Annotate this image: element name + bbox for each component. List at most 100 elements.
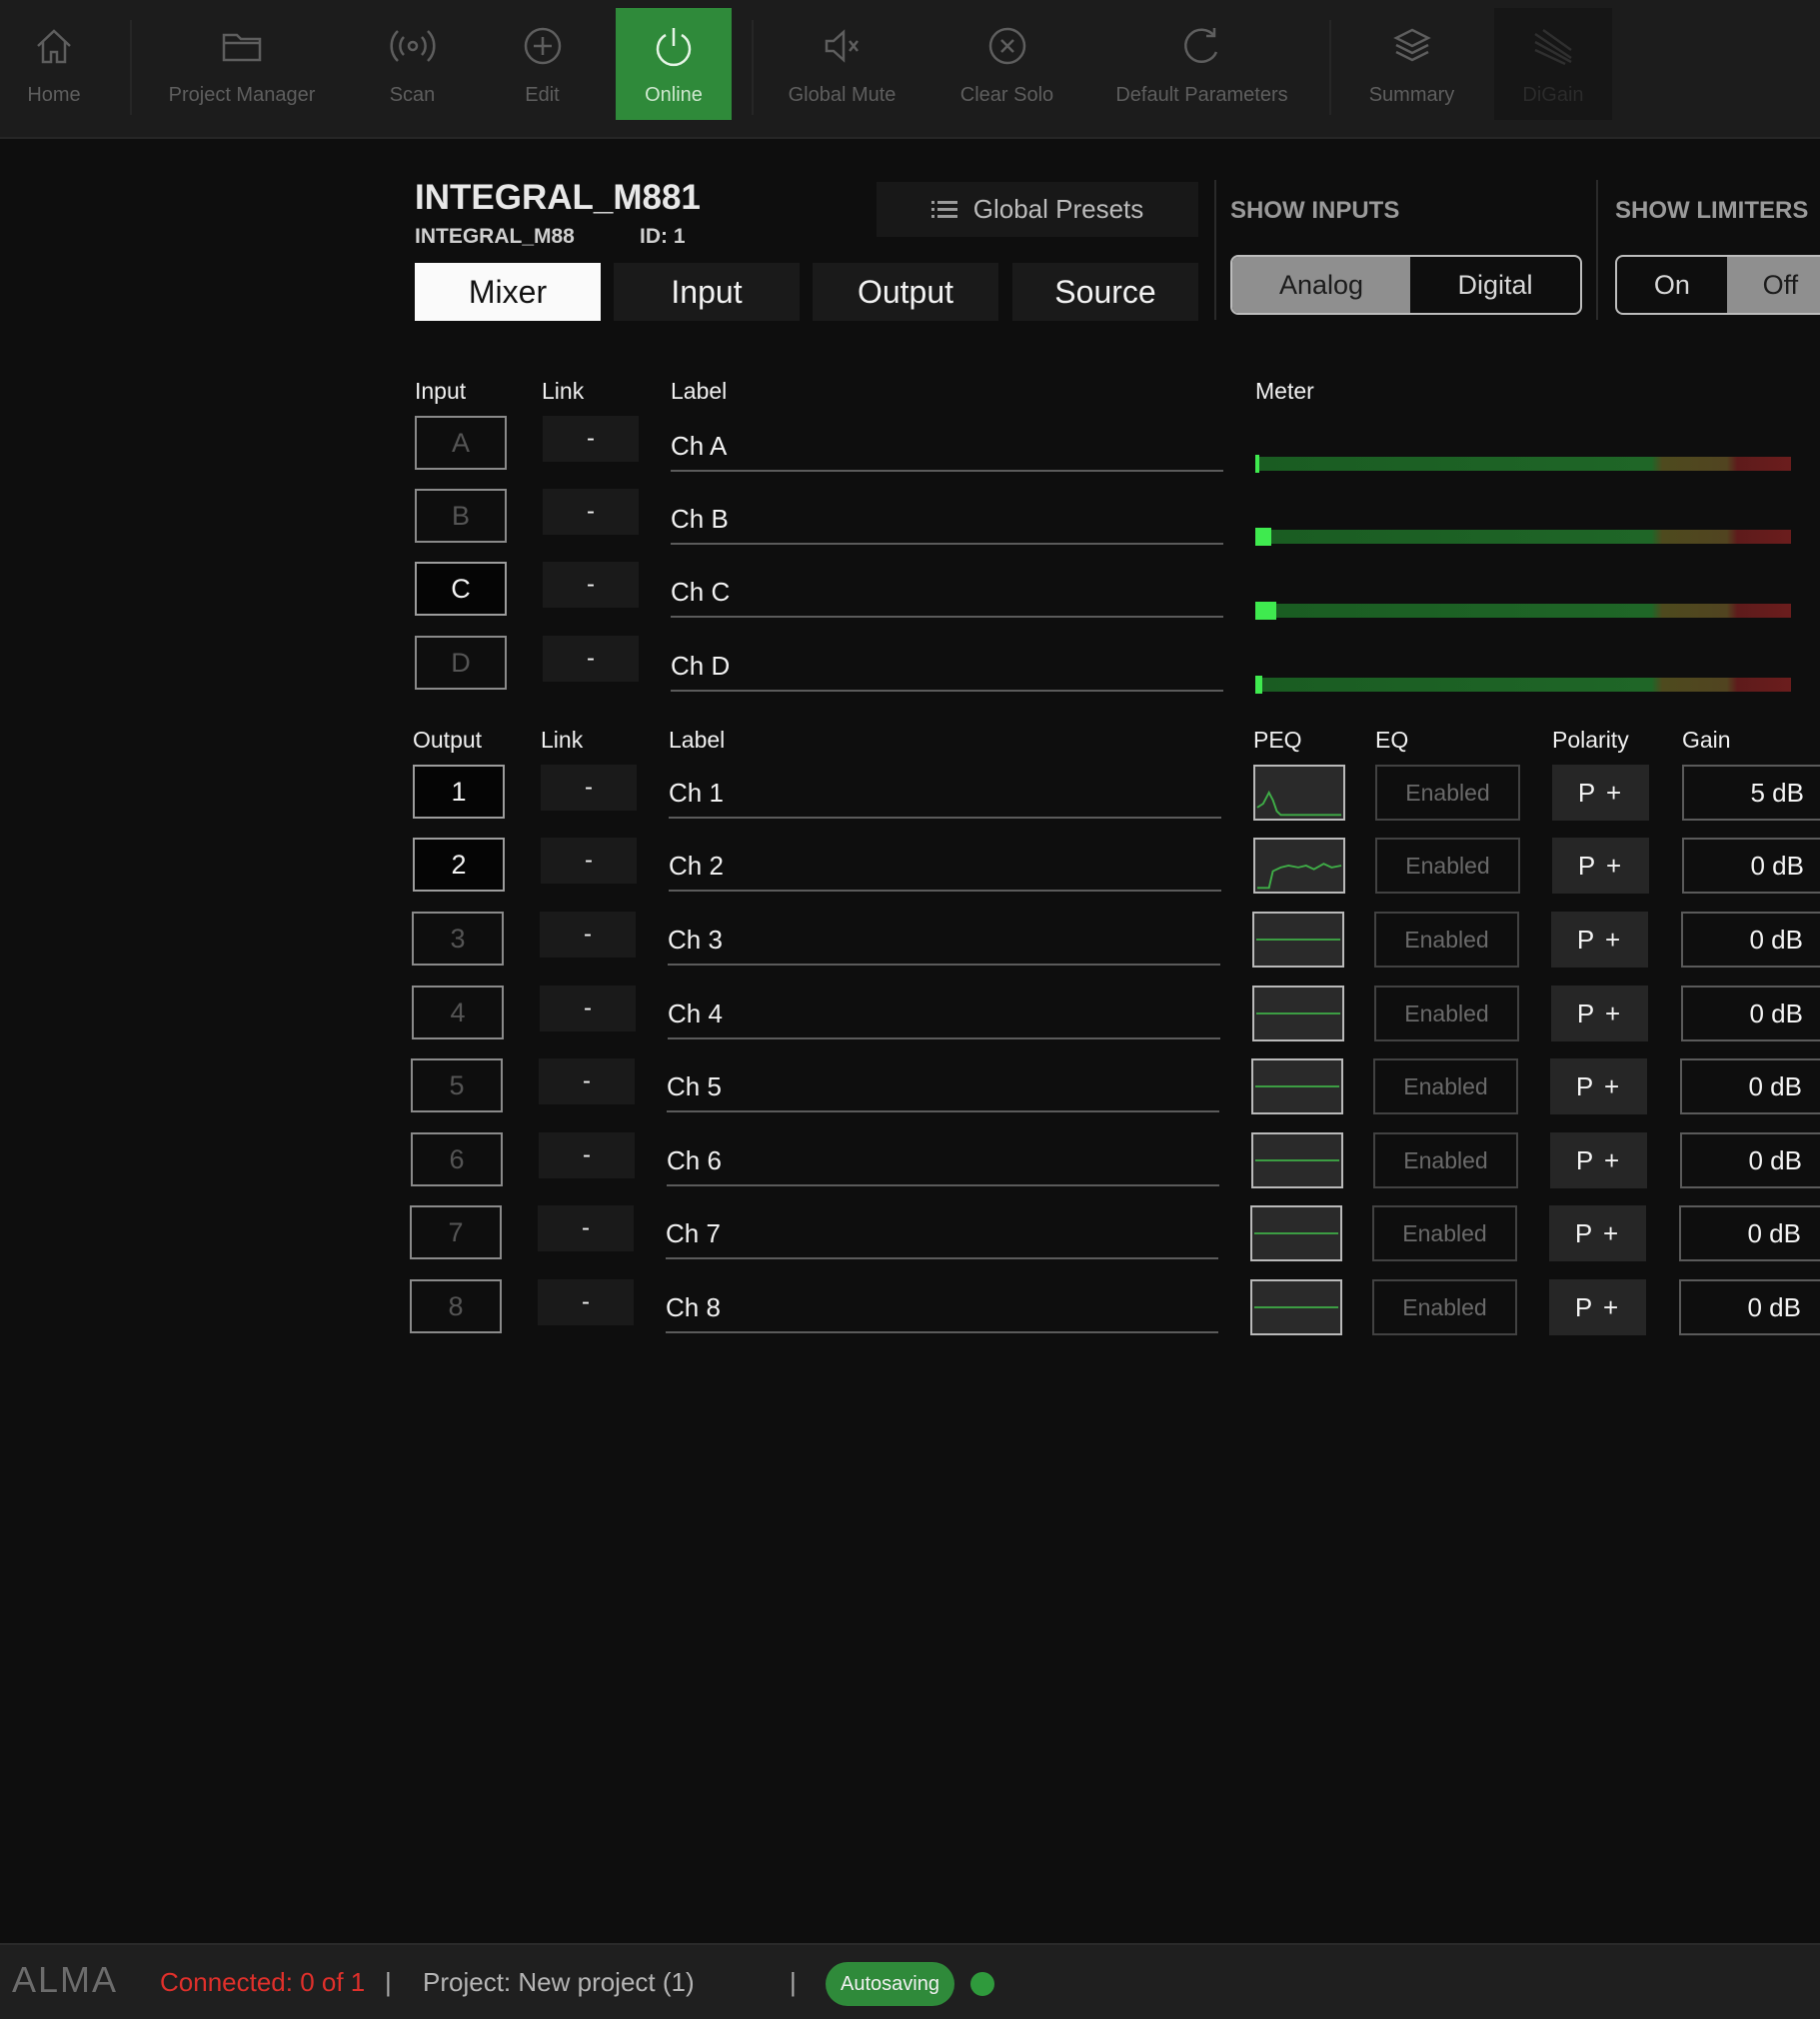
output-label-field[interactable]: Ch 6: [667, 1138, 1219, 1186]
output-channel-8[interactable]: 8: [410, 1279, 502, 1333]
output-channel-1[interactable]: 1: [413, 765, 505, 819]
input-meter: [1255, 455, 1791, 473]
peq-curve-icon: [1253, 1306, 1339, 1308]
global-presets-button[interactable]: Global Presets: [877, 182, 1198, 237]
input-link-button[interactable]: -: [543, 489, 639, 535]
output-label-field[interactable]: Ch 7: [666, 1211, 1218, 1259]
output-channel-7[interactable]: 7: [410, 1205, 502, 1259]
input-label-field[interactable]: Ch D: [671, 644, 1223, 692]
edit-label: Edit: [525, 83, 560, 106]
global-mute-label: Global Mute: [788, 83, 897, 106]
eq-enabled-button[interactable]: Enabled: [1373, 1132, 1518, 1188]
edit-button[interactable]: Edit: [490, 8, 595, 120]
peq-preview[interactable]: [1253, 765, 1345, 821]
gain-field[interactable]: 0 dB: [1680, 1132, 1820, 1188]
show-inputs-analog[interactable]: Analog: [1232, 257, 1410, 313]
input-channel-b[interactable]: B: [415, 489, 507, 543]
output-link-button[interactable]: -: [539, 1058, 635, 1104]
tab-mixer[interactable]: Mixer: [415, 263, 601, 321]
global-mute-button[interactable]: Global Mute: [775, 8, 910, 120]
peq-preview[interactable]: [1250, 1279, 1342, 1335]
output-label-field[interactable]: Ch 3: [668, 918, 1220, 966]
toolbar-divider: [130, 20, 132, 115]
output-link-button[interactable]: -: [541, 838, 637, 884]
output-channel-5[interactable]: 5: [411, 1058, 503, 1112]
show-inputs-digital[interactable]: Digital: [1410, 257, 1580, 313]
show-limiters-on[interactable]: On: [1617, 257, 1727, 313]
output-label-field[interactable]: Ch 5: [667, 1064, 1219, 1112]
peq-preview[interactable]: [1253, 838, 1345, 894]
online-button[interactable]: Online: [616, 8, 732, 120]
polarity-button[interactable]: P +: [1552, 765, 1649, 821]
polarity-button[interactable]: P +: [1549, 1279, 1646, 1335]
input-link-button[interactable]: -: [543, 562, 639, 608]
peq-preview[interactable]: [1252, 912, 1344, 968]
polarity-button[interactable]: P +: [1551, 912, 1648, 968]
scan-button[interactable]: Scan: [360, 8, 465, 120]
project-manager-button[interactable]: Project Manager: [152, 8, 332, 120]
polarity-button[interactable]: P +: [1549, 1205, 1646, 1261]
peq-preview[interactable]: [1251, 1058, 1343, 1114]
meter-level: [1255, 455, 1259, 473]
peq-curve-icon: [1255, 939, 1341, 941]
digain-button[interactable]: DiGain: [1494, 8, 1612, 120]
input-label-field[interactable]: Ch C: [671, 570, 1223, 618]
tab-input[interactable]: Input: [614, 263, 800, 321]
output-link-button[interactable]: -: [538, 1279, 634, 1325]
gain-field[interactable]: 0 dB: [1681, 986, 1820, 1041]
peq-preview[interactable]: [1252, 986, 1344, 1041]
gain-field[interactable]: 0 dB: [1679, 1279, 1820, 1335]
input-label-field[interactable]: Ch B: [671, 497, 1223, 545]
clear-solo-button[interactable]: Clear Solo: [944, 8, 1069, 120]
output-link-button[interactable]: -: [540, 912, 636, 958]
eq-enabled-button[interactable]: Enabled: [1375, 838, 1520, 894]
default-parameters-button[interactable]: Default Parameters: [1104, 8, 1299, 120]
output-label-field[interactable]: Ch 1: [669, 771, 1221, 819]
tab-source[interactable]: Source: [1012, 263, 1198, 321]
toolbar-divider: [752, 20, 754, 115]
input-link-button[interactable]: -: [543, 416, 639, 462]
output-link-button[interactable]: -: [540, 986, 636, 1031]
home-icon: [37, 28, 71, 63]
input-channel-d[interactable]: D: [415, 636, 507, 690]
input-label-header: Label: [671, 378, 728, 404]
output-label-field[interactable]: Ch 8: [666, 1285, 1218, 1333]
project-name: Project: New project (1): [423, 1967, 695, 1997]
eq-enabled-button[interactable]: Enabled: [1374, 912, 1519, 968]
status-separator: |: [790, 1967, 797, 1997]
eq-enabled-button[interactable]: Enabled: [1372, 1205, 1517, 1261]
output-channel-4[interactable]: 4: [412, 986, 504, 1039]
input-link-header: Link: [542, 378, 585, 404]
gain-field[interactable]: 0 dB: [1679, 1205, 1820, 1261]
output-link-button[interactable]: -: [541, 765, 637, 811]
peq-preview[interactable]: [1250, 1205, 1342, 1261]
polarity-button[interactable]: P +: [1551, 986, 1648, 1041]
eq-enabled-button[interactable]: Enabled: [1373, 1058, 1518, 1114]
show-limiters-off[interactable]: Off: [1726, 257, 1820, 313]
output-channel-3[interactable]: 3: [412, 912, 504, 966]
output-link-button[interactable]: -: [538, 1205, 634, 1251]
output-channel-2[interactable]: 2: [413, 838, 505, 892]
gain-field[interactable]: 0 dB: [1680, 1058, 1820, 1114]
home-button[interactable]: Home: [0, 8, 108, 120]
output-link-button[interactable]: -: [539, 1132, 635, 1178]
output-channel-6[interactable]: 6: [411, 1132, 503, 1186]
eq-enabled-button[interactable]: Enabled: [1375, 765, 1520, 821]
input-channel-a[interactable]: A: [415, 416, 507, 470]
input-label-field[interactable]: Ch A: [671, 424, 1223, 472]
gain-field[interactable]: 5 dB: [1682, 765, 1820, 821]
gain-field[interactable]: 0 dB: [1681, 912, 1820, 968]
output-label-field[interactable]: Ch 4: [668, 992, 1220, 1039]
peq-preview[interactable]: [1251, 1132, 1343, 1188]
eq-enabled-button[interactable]: Enabled: [1372, 1279, 1517, 1335]
eq-enabled-button[interactable]: Enabled: [1374, 986, 1519, 1041]
input-link-button[interactable]: -: [543, 636, 639, 682]
polarity-button[interactable]: P +: [1550, 1058, 1647, 1114]
polarity-button[interactable]: P +: [1550, 1132, 1647, 1188]
input-channel-c[interactable]: C: [415, 562, 507, 616]
summary-button[interactable]: Summary: [1359, 8, 1464, 120]
tab-output[interactable]: Output: [813, 263, 998, 321]
output-label-field[interactable]: Ch 2: [669, 844, 1221, 892]
gain-field[interactable]: 0 dB: [1682, 838, 1820, 894]
polarity-button[interactable]: P +: [1552, 838, 1649, 894]
